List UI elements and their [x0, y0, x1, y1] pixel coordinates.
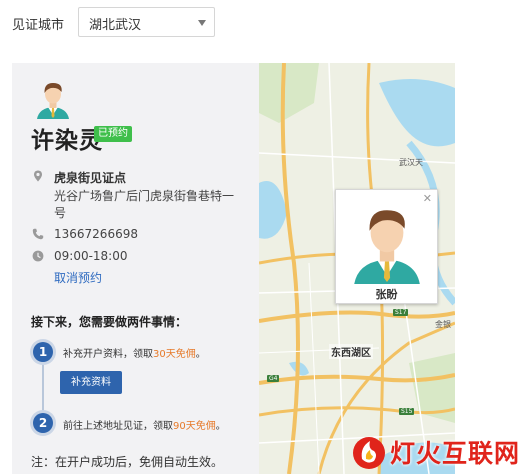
witness-card: 许染灵 已预约 虎泉街见证点 光谷广场鲁广后门虎泉街鲁巷特一号 13667266… — [12, 63, 259, 474]
cancel-appointment-link[interactable]: 取消预约 — [54, 269, 102, 286]
business-hours: 09:00-18:00 — [54, 249, 128, 263]
city-label: 见证城市 — [12, 18, 65, 33]
location-pin-icon — [34, 170, 42, 182]
watermark-text: 灯火互联网 — [390, 439, 521, 468]
watermark: 灯火互联网 — [350, 428, 531, 474]
map-label: 东西湖区 — [329, 344, 373, 359]
step-number-1: 1 — [33, 342, 53, 362]
city-select[interactable]: 湖北武汉 — [78, 7, 215, 37]
footnote: 注：在开户成功后，免佣自动生效。 — [31, 455, 224, 469]
site-name: 虎泉街见证点 — [54, 171, 127, 185]
chevron-down-icon — [198, 20, 206, 26]
road-sign: S15 — [399, 408, 415, 415]
popup-name: 张盼 — [375, 288, 398, 301]
phone-icon — [32, 228, 44, 240]
flame-logo-icon — [353, 437, 385, 469]
step-1-suffix: 。 — [195, 349, 206, 360]
avatar — [354, 210, 420, 284]
witness-name: 许染灵 — [31, 128, 103, 154]
step-2-label: 前往上述地址见证，领取 — [63, 421, 173, 432]
step-1-text: 补充开户资料，领取30天免佣。 — [63, 345, 206, 360]
phone-number: 13667266698 — [54, 227, 138, 241]
fill-info-button[interactable]: 补充资料 — [60, 371, 122, 394]
road-sign: G4 — [267, 375, 280, 382]
todo-title: 接下来，您需要做两件事情： — [31, 315, 188, 329]
status-badge: 已预约 — [94, 126, 132, 142]
step-1-label: 补充开户资料，领取 — [63, 349, 153, 360]
step-number-2: 2 — [33, 413, 53, 433]
road-sign: S17 — [393, 309, 409, 316]
step-2-text: 前往上述地址见证，领取90天免佣。 — [63, 417, 226, 432]
step-2-highlight: 90天免佣 — [173, 421, 216, 432]
site-address: 光谷广场鲁广后门虎泉街鲁巷特一号 — [54, 189, 235, 220]
step-2-suffix: 。 — [215, 421, 226, 432]
avatar — [33, 79, 73, 119]
step-connector — [42, 359, 44, 417]
map-label: 金银 — [435, 320, 451, 329]
map-label: 武汉天 — [399, 158, 423, 167]
city-select-value: 湖北武汉 — [89, 18, 142, 33]
map-popup[interactable]: ✕ 张盼 — [335, 189, 438, 304]
clock-icon — [32, 250, 44, 262]
step-1-highlight: 30天免佣 — [153, 349, 196, 360]
